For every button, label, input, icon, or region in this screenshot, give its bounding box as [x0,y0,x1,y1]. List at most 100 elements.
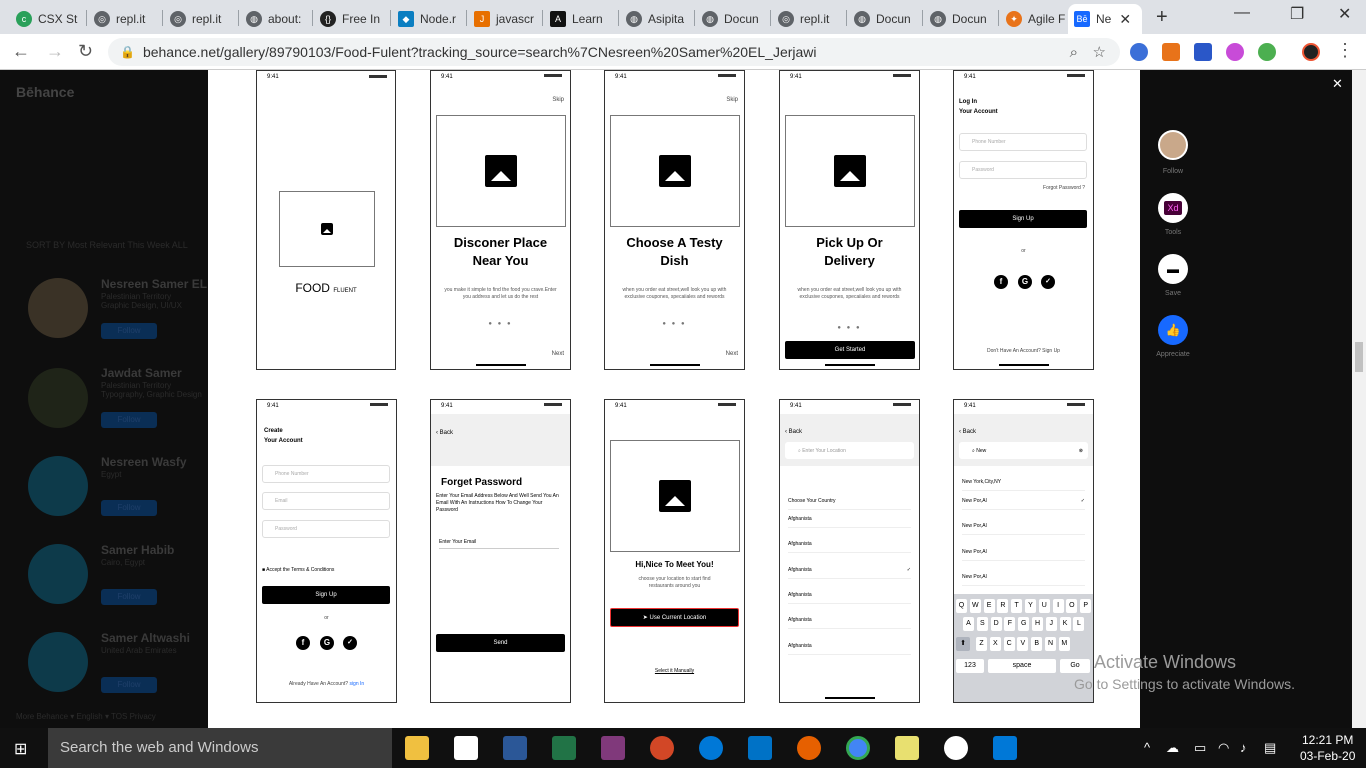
keyboard-key[interactable]: A [963,617,974,631]
bookmark-star-icon[interactable]: ☆ [1093,43,1106,61]
keyboard-key[interactable]: D [990,617,1002,631]
back-button[interactable]: ‹ Back [785,429,802,435]
cloud-icon[interactable]: ☁ [1166,740,1179,756]
back-button[interactable]: ‹ Back [436,430,453,436]
list-item-selected[interactable]: New Por,Al ✓ [962,498,1085,510]
scrollbar[interactable] [1352,70,1366,728]
tab-5[interactable]: ◆ Node.r [392,4,466,34]
save-label[interactable]: Save [1148,290,1198,297]
save-icon[interactable]: ▬ [1158,254,1188,284]
avatar[interactable] [28,368,88,428]
tab-9[interactable]: ◍ Docun [696,4,770,34]
phone-field[interactable]: Phone Number [959,133,1087,151]
tab-11[interactable]: ◍ Docun [848,4,922,34]
location-search-input[interactable]: ⌕ Enter Your Location [785,442,914,459]
firefox-icon[interactable] [797,736,821,760]
forward-arrow-icon[interactable]: → [46,41,64,62]
list-item[interactable]: Afghanista [788,592,911,604]
clear-icon[interactable]: ⊗ [1079,443,1083,459]
tray-chevron-icon[interactable]: ^ [1144,740,1150,755]
outlook-icon[interactable] [748,736,772,760]
keyboard-key[interactable]: J [1045,617,1057,631]
volume-icon[interactable]: ♪ [1240,740,1247,755]
keyboard-key[interactable]: F [1004,617,1016,631]
store-icon[interactable] [454,736,478,760]
keyboard-key[interactable]: O [1066,599,1078,613]
keyboard-key[interactable]: I [1052,599,1064,613]
shift-key[interactable]: ⬆ [956,637,970,651]
list-item[interactable]: Afghanista [788,643,911,655]
signin-link[interactable]: sign In [349,681,364,687]
twitter-icon[interactable]: ✓ [1041,275,1055,289]
avatar[interactable] [28,632,88,692]
appreciate-label[interactable]: Appreciate [1148,351,1198,358]
extension-icon[interactable] [1226,43,1244,61]
vscode-icon[interactable] [993,736,1017,760]
follow-button[interactable]: Follow [101,323,157,339]
tab-13[interactable]: ✦ Agile F [1000,4,1066,34]
list-item[interactable]: New York,City,NY [962,479,1085,491]
close-window-icon[interactable]: ✕ [1338,4,1351,24]
thumbs-up-icon[interactable]: 👍 [1158,315,1188,345]
get-started-button[interactable]: Get Started [785,341,915,359]
signup-submit-button[interactable]: Sign Up [262,586,390,604]
zoom-search-icon[interactable]: ⌕ [1070,44,1078,61]
tab-1[interactable]: ◎ repl.it [88,4,164,34]
list-item[interactable]: Afghanista [788,617,911,629]
tab-0[interactable]: c CSX St [10,4,82,34]
keyboard-key[interactable]: C [1003,637,1015,651]
menu-dots-icon[interactable]: ⋮ [1336,40,1354,61]
list-item[interactable]: Afghanista [788,516,911,528]
edge-icon[interactable] [699,736,723,760]
follow-button[interactable]: Follow [101,412,157,428]
person-name[interactable]: Nesreen Samer EL [101,277,207,291]
keyboard-key[interactable]: B [1031,637,1043,651]
next-link[interactable]: Next [726,351,738,357]
keyboard-key[interactable]: L [1073,617,1085,631]
back-arrow-icon[interactable]: ← [12,41,30,62]
select-manually-link[interactable]: Select it Manually [605,668,744,674]
follow-button[interactable]: Follow [101,500,157,516]
person-name[interactable]: Samer Habib [101,543,174,557]
wifi-icon[interactable]: ◠ [1218,740,1229,756]
keyboard-key[interactable]: M [1058,637,1070,651]
extension-icon[interactable] [1258,43,1276,61]
email-field[interactable]: Enter Your Email [439,539,559,549]
tab-12[interactable]: ◍ Docun [924,4,998,34]
powerpoint-icon[interactable] [650,736,674,760]
keyboard-key[interactable]: Go [1060,659,1090,673]
keyboard-key[interactable]: space [988,659,1056,673]
phone-field[interactable]: Phone Number [262,465,390,483]
network-icon[interactable]: ▭ [1194,740,1206,756]
use-location-button[interactable]: ➤ Use Current Location [610,608,739,627]
tool-xd-icon[interactable]: Xd [1158,193,1188,223]
skip-link[interactable]: Skip [552,97,564,103]
follow-button[interactable]: Follow [101,589,157,605]
tab-4[interactable]: {} Free In [314,4,390,34]
close-modal-icon[interactable]: ✕ [1332,76,1343,92]
tab-10[interactable]: ◎ repl.it [772,4,846,34]
keyboard-key[interactable]: P [1080,599,1092,613]
tab-6[interactable]: Jjavascr [468,4,542,34]
password-field[interactable]: Password [262,520,390,538]
keyboard-key[interactable]: H [1032,617,1043,631]
keyboard-key[interactable]: R [997,599,1009,613]
word-icon[interactable] [503,736,527,760]
close-tab-icon[interactable]: ✕ [1119,11,1131,28]
taskbar-search[interactable]: Search the web and Windows [48,728,392,768]
tab-2[interactable]: ◎ repl.it [164,4,240,34]
tab-8[interactable]: ◍ Asipita [620,4,696,34]
maximize-icon[interactable]: ❐ [1290,4,1304,24]
taskbar-clock[interactable]: 12:21 PM 03-Feb-20 [1300,732,1355,764]
signup-prompt[interactable]: Don't Have An Account? Sign Up [954,348,1093,354]
chrome-icon[interactable] [846,736,870,760]
keyboard-key[interactable]: N [1045,637,1056,651]
keyboard-key[interactable]: 123 [956,659,984,673]
tab-7[interactable]: A Learn [544,4,618,34]
extension-icon[interactable] [1130,43,1148,61]
facebook-icon[interactable]: f [296,636,310,650]
list-item-selected[interactable]: Afghanista ✓ [788,567,911,579]
keyboard-key[interactable]: E [983,599,995,613]
keyboard-key[interactable]: S [976,617,988,631]
person-name[interactable]: Nesreen Wasfy [101,455,187,469]
